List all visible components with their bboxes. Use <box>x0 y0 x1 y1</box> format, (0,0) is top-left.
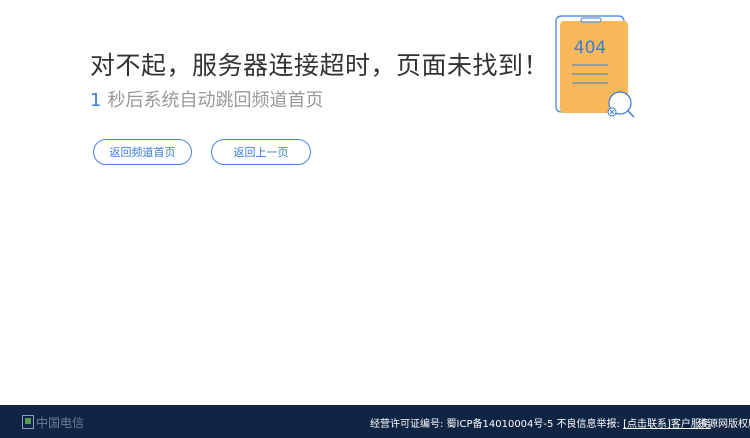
site-footer: 中国电信 经营许可证编号: 蜀ICP备14010004号-5 不良信息举报: [… <box>0 405 750 438</box>
report-contact-link[interactable]: [点击联系] <box>623 419 671 430</box>
404-illustration: 404 <box>555 15 635 118</box>
license-text: 经营许可证编号: 蜀ICP备14010004号-5 不良信息举报: <box>370 419 624 430</box>
countdown-number: 1 <box>90 90 102 111</box>
redirect-countdown: 1 秒后系统自动跳回频道首页 <box>90 86 323 112</box>
broken-image-icon <box>22 415 34 429</box>
error-page: 对不起，服务器连接超时，页面未找到！ 1 秒后系统自动跳回频道首页 返回频道首页 … <box>0 0 750 438</box>
magnifier-icon <box>607 91 635 118</box>
logo-alt-text: 中国电信 <box>36 415 85 430</box>
404-code: 404 <box>574 38 606 58</box>
go-back-button[interactable]: 返回上一页 <box>211 139 311 165</box>
china-telecom-logo[interactable]: 中国电信 <box>22 414 84 430</box>
footer-license: 经营许可证编号: 蜀ICP备14010004号-5 不良信息举报: [点击联系]… <box>370 415 711 430</box>
page-title: 对不起，服务器连接超时，页面未找到！ <box>90 51 550 80</box>
return-home-button[interactable]: 返回频道首页 <box>93 139 192 165</box>
footer-scrolling-text: 资源网版权所有 <box>698 419 750 430</box>
countdown-text: 秒后系统自动跳回频道首页 <box>107 90 324 111</box>
